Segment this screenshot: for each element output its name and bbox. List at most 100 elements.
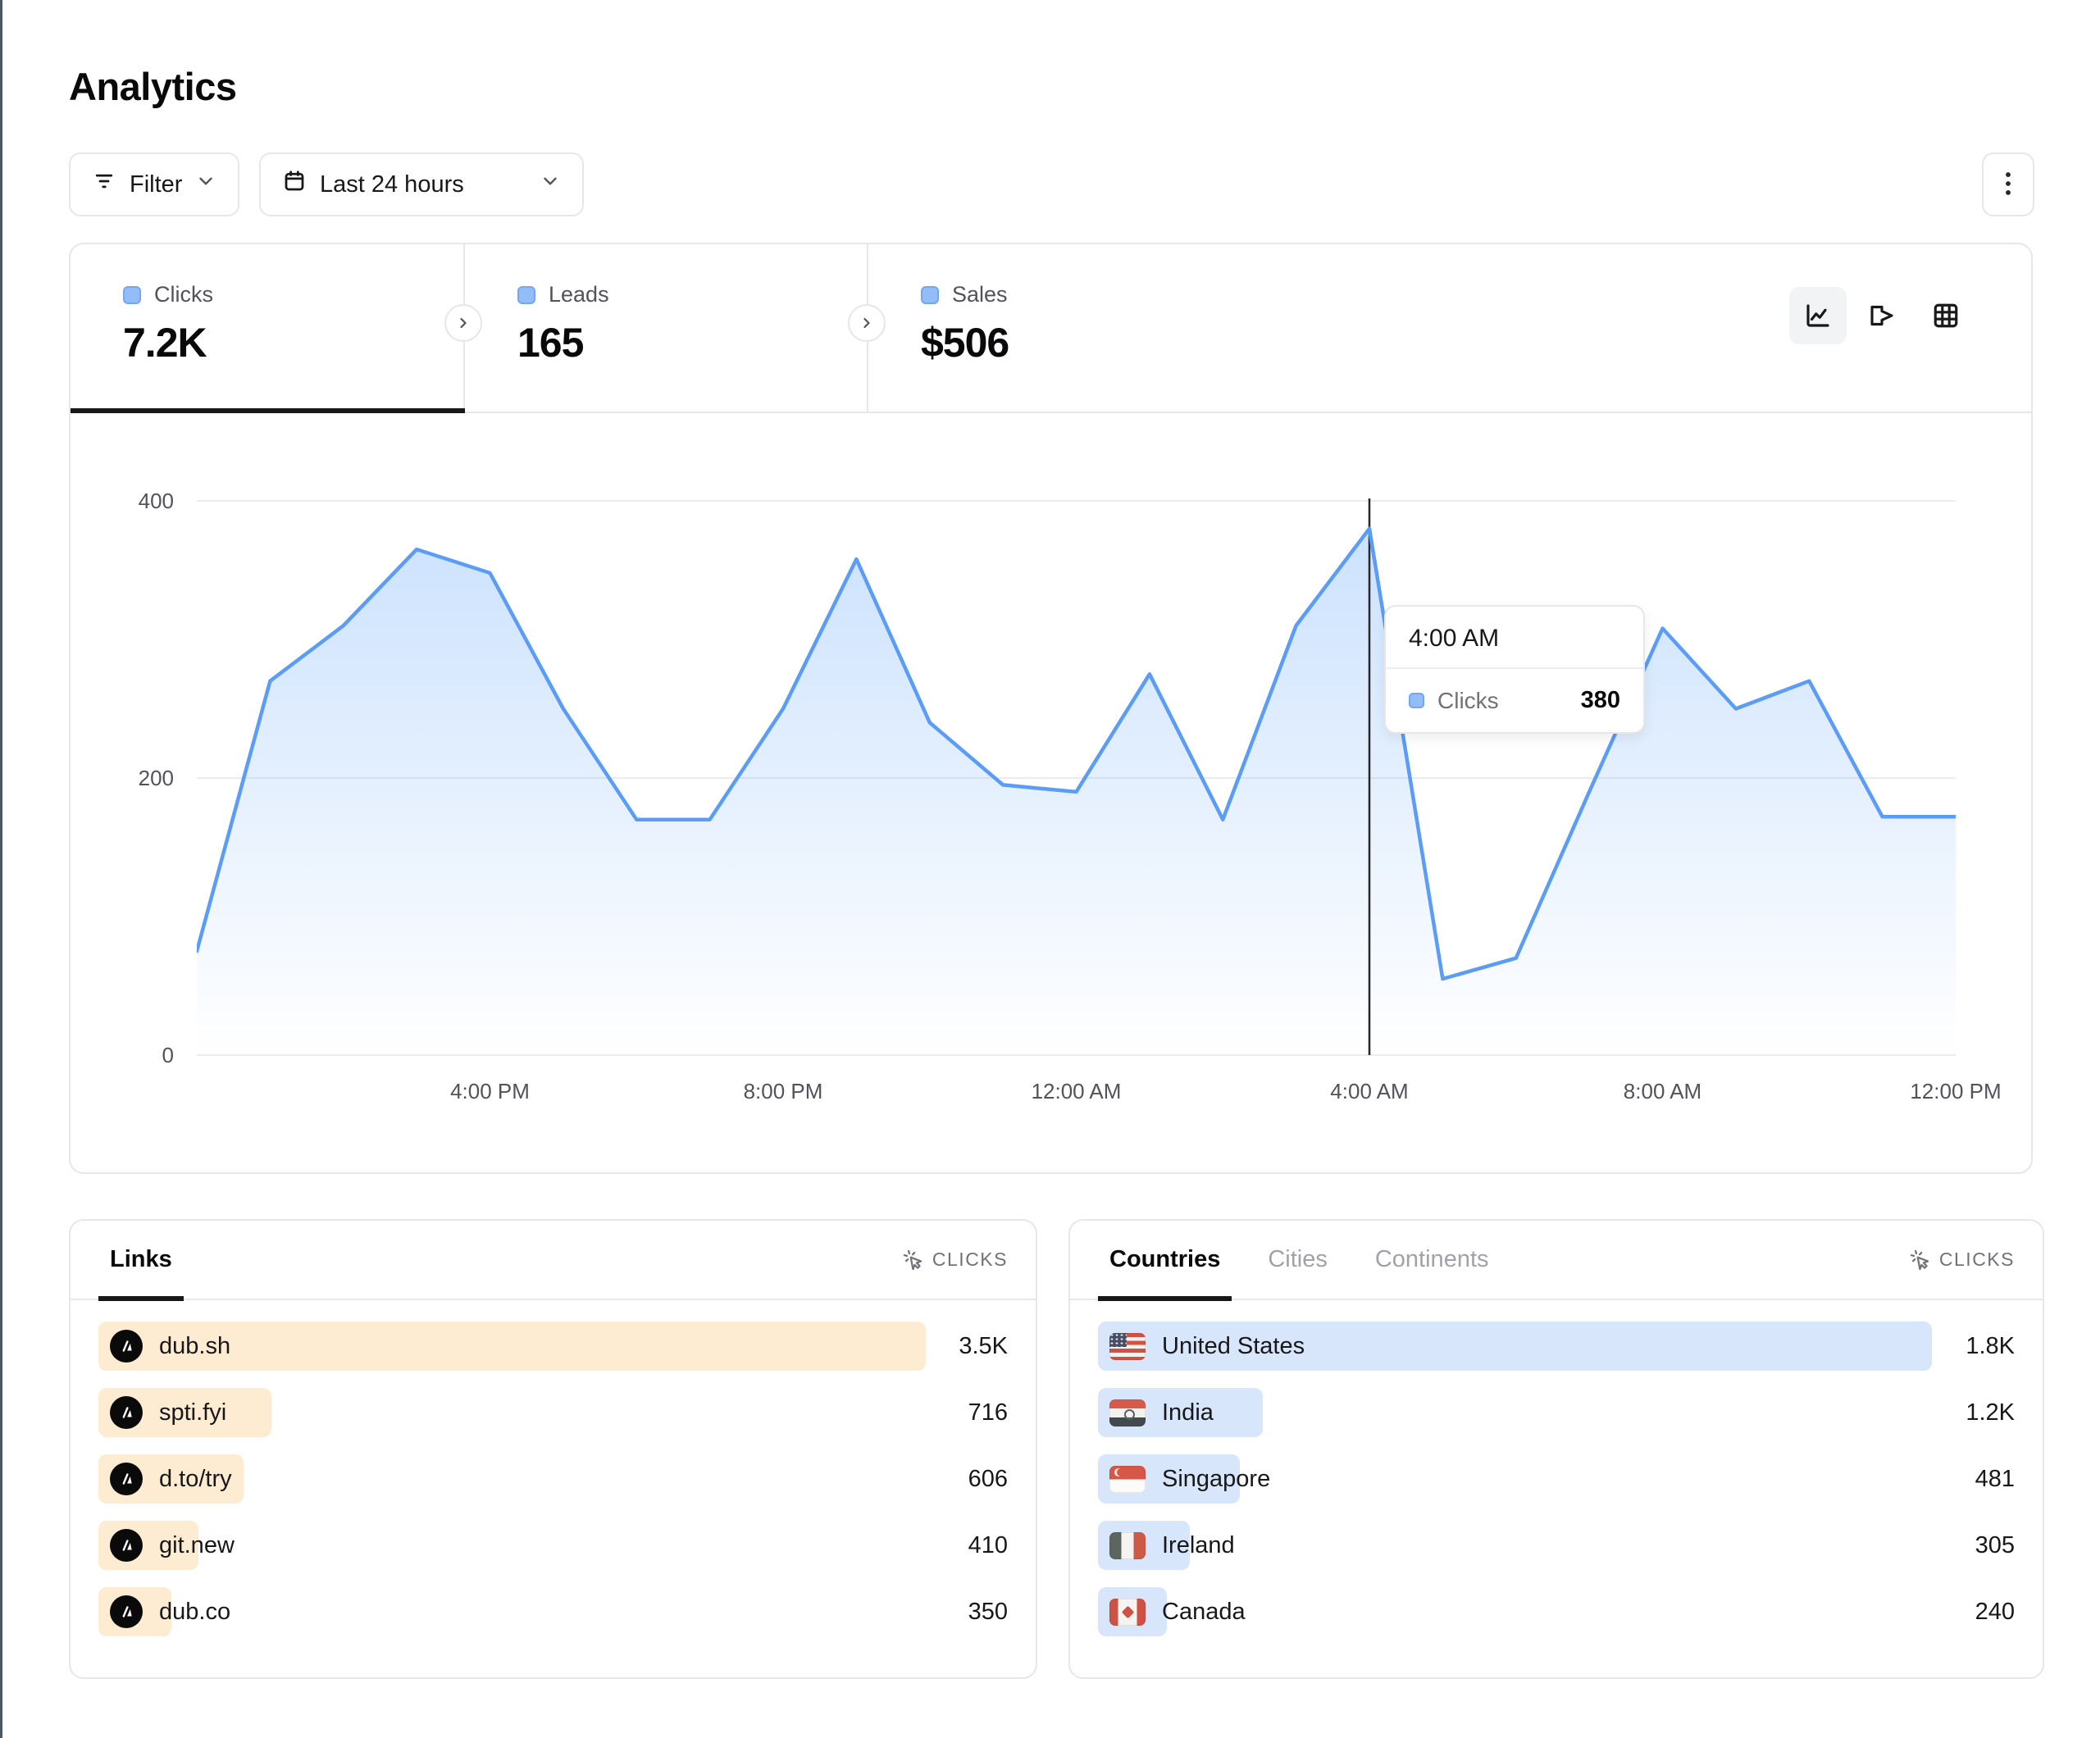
link-row[interactable]: spti.fyi 716 xyxy=(98,1388,1008,1437)
more-options-button[interactable] xyxy=(1982,152,2034,216)
row-value: 716 xyxy=(968,1399,1008,1426)
links-sort-by-clicks[interactable]: CLICKS xyxy=(902,1249,1008,1271)
expand-sales-button[interactable] xyxy=(848,304,886,342)
sales-legend-chip-icon xyxy=(921,286,939,304)
cursor-click-icon xyxy=(1909,1249,1931,1271)
filter-icon xyxy=(92,169,116,200)
chevron-down-icon xyxy=(195,171,216,198)
tooltip-value: 380 xyxy=(1581,687,1620,714)
table-grid-icon xyxy=(1931,301,1961,330)
link-avatar xyxy=(110,1463,143,1495)
link-row[interactable]: d.to/try 606 xyxy=(98,1454,1008,1504)
links-panel: Links CLICKS dub.sh 3.5K s xyxy=(69,1219,1037,1679)
in-flag-icon xyxy=(1109,1399,1146,1426)
tab-label: Cities xyxy=(1268,1246,1328,1273)
link-avatar xyxy=(110,1595,143,1628)
ca-flag-icon xyxy=(1109,1599,1146,1626)
link-avatar xyxy=(110,1396,143,1429)
row-label: dub.co xyxy=(159,1599,230,1626)
metric-tabs: Clicks 7.2K Leads 165 Sales $506 xyxy=(71,244,2031,413)
countries-sort-by-clicks[interactable]: CLICKS xyxy=(1909,1249,2015,1271)
funnel-chart-icon xyxy=(1867,301,1897,330)
tab-links[interactable]: Links xyxy=(98,1220,184,1299)
row-value: 1.8K xyxy=(1966,1333,2015,1360)
row-label: d.to/try xyxy=(159,1466,232,1493)
us-flag-icon xyxy=(1109,1333,1146,1360)
line-chart-icon xyxy=(1803,301,1833,330)
row-label: Canada xyxy=(1162,1599,1246,1626)
date-range-button[interactable]: Last 24 hours xyxy=(259,152,584,216)
metric-label: Clicks xyxy=(154,282,213,307)
dub-logo-icon xyxy=(117,1603,135,1621)
link-row[interactable]: dub.co 350 xyxy=(98,1587,1008,1636)
row-label: United States xyxy=(1162,1333,1305,1360)
chart-view-toggle xyxy=(1789,287,1975,344)
tab-continents[interactable]: Continents xyxy=(1364,1220,1501,1299)
table-view-button[interactable] xyxy=(1917,287,1975,344)
chevron-right-icon xyxy=(859,315,875,331)
row-label: spti.fyi xyxy=(159,1399,226,1426)
x-axis-label: 8:00 PM xyxy=(717,1079,849,1104)
tab-leads[interactable]: Leads 165 xyxy=(465,244,867,412)
country-row[interactable]: Ireland 305 xyxy=(1098,1521,2015,1570)
expand-leads-button[interactable] xyxy=(444,304,482,342)
row-value: 3.5K xyxy=(959,1333,1008,1360)
dub-logo-icon xyxy=(117,1536,135,1554)
ie-flag-icon xyxy=(1109,1532,1146,1559)
cursor-click-icon xyxy=(902,1249,924,1271)
tab-countries[interactable]: Countries xyxy=(1098,1220,1232,1299)
filter-button-label: Filter xyxy=(130,171,182,198)
y-axis-label: 400 xyxy=(67,489,174,514)
tab-links-label: Links xyxy=(110,1246,172,1273)
chevron-down-icon xyxy=(540,171,561,198)
x-axis-label: 8:00 AM xyxy=(1597,1079,1729,1104)
link-row[interactable]: dub.sh 3.5K xyxy=(98,1322,1008,1371)
country-row[interactable]: Singapore 481 xyxy=(1098,1454,2015,1504)
calendar-icon xyxy=(282,169,307,200)
row-label: dub.sh xyxy=(159,1333,230,1360)
clicks-legend-chip-icon xyxy=(123,286,141,304)
sg-flag-icon xyxy=(1109,1466,1146,1493)
row-label: git.new xyxy=(159,1532,235,1559)
country-row[interactable]: United States 1.8K xyxy=(1098,1322,2015,1371)
country-row[interactable]: India 1.2K xyxy=(1098,1388,2015,1437)
chevron-right-icon xyxy=(455,315,471,331)
row-value: 606 xyxy=(968,1466,1008,1493)
x-axis-label: 4:00 AM xyxy=(1304,1079,1435,1104)
metric-label: Leads xyxy=(549,282,609,307)
x-axis-label: 12:00 PM xyxy=(1890,1079,2021,1104)
tooltip-time: 4:00 AM xyxy=(1386,607,1643,669)
date-range-label: Last 24 hours xyxy=(320,171,464,198)
clicks-legend-chip-icon xyxy=(1409,693,1424,708)
sort-label: CLICKS xyxy=(1939,1249,2015,1271)
clicks-area-chart[interactable] xyxy=(197,492,1956,1058)
y-axis-label: 0 xyxy=(67,1043,174,1068)
tooltip-series-label: Clicks xyxy=(1437,688,1499,714)
filter-button[interactable]: Filter xyxy=(69,152,239,216)
x-axis-label: 4:00 PM xyxy=(425,1079,556,1104)
x-axis-label: 12:00 AM xyxy=(1011,1079,1142,1104)
page-title: Analytics xyxy=(69,64,236,109)
row-value: 1.2K xyxy=(1966,1399,2015,1426)
chart-tooltip: 4:00 AM Clicks 380 xyxy=(1384,605,1645,734)
tab-cities[interactable]: Cities xyxy=(1256,1220,1339,1299)
sort-label: CLICKS xyxy=(932,1249,1008,1271)
countries-panel: Countries Cities Continents CLICKS United … xyxy=(1068,1219,2044,1679)
tab-label: Countries xyxy=(1109,1246,1220,1273)
country-row[interactable]: Canada 240 xyxy=(1098,1587,2015,1636)
link-row[interactable]: git.new 410 xyxy=(98,1521,1008,1570)
metric-value: 165 xyxy=(517,319,867,366)
row-value: 481 xyxy=(1975,1466,2015,1493)
link-avatar xyxy=(110,1330,143,1363)
link-avatar xyxy=(110,1529,143,1562)
funnel-chart-view-button[interactable] xyxy=(1853,287,1911,344)
active-tab-underline xyxy=(71,408,465,413)
tab-clicks[interactable]: Clicks 7.2K xyxy=(71,244,463,412)
row-label: Ireland xyxy=(1162,1532,1235,1559)
line-chart-view-button[interactable] xyxy=(1789,287,1847,344)
leads-legend-chip-icon xyxy=(517,286,535,304)
row-value: 305 xyxy=(1975,1532,2015,1559)
y-axis-label: 200 xyxy=(67,766,174,791)
row-value: 410 xyxy=(968,1532,1008,1559)
row-label: Singapore xyxy=(1162,1466,1270,1493)
